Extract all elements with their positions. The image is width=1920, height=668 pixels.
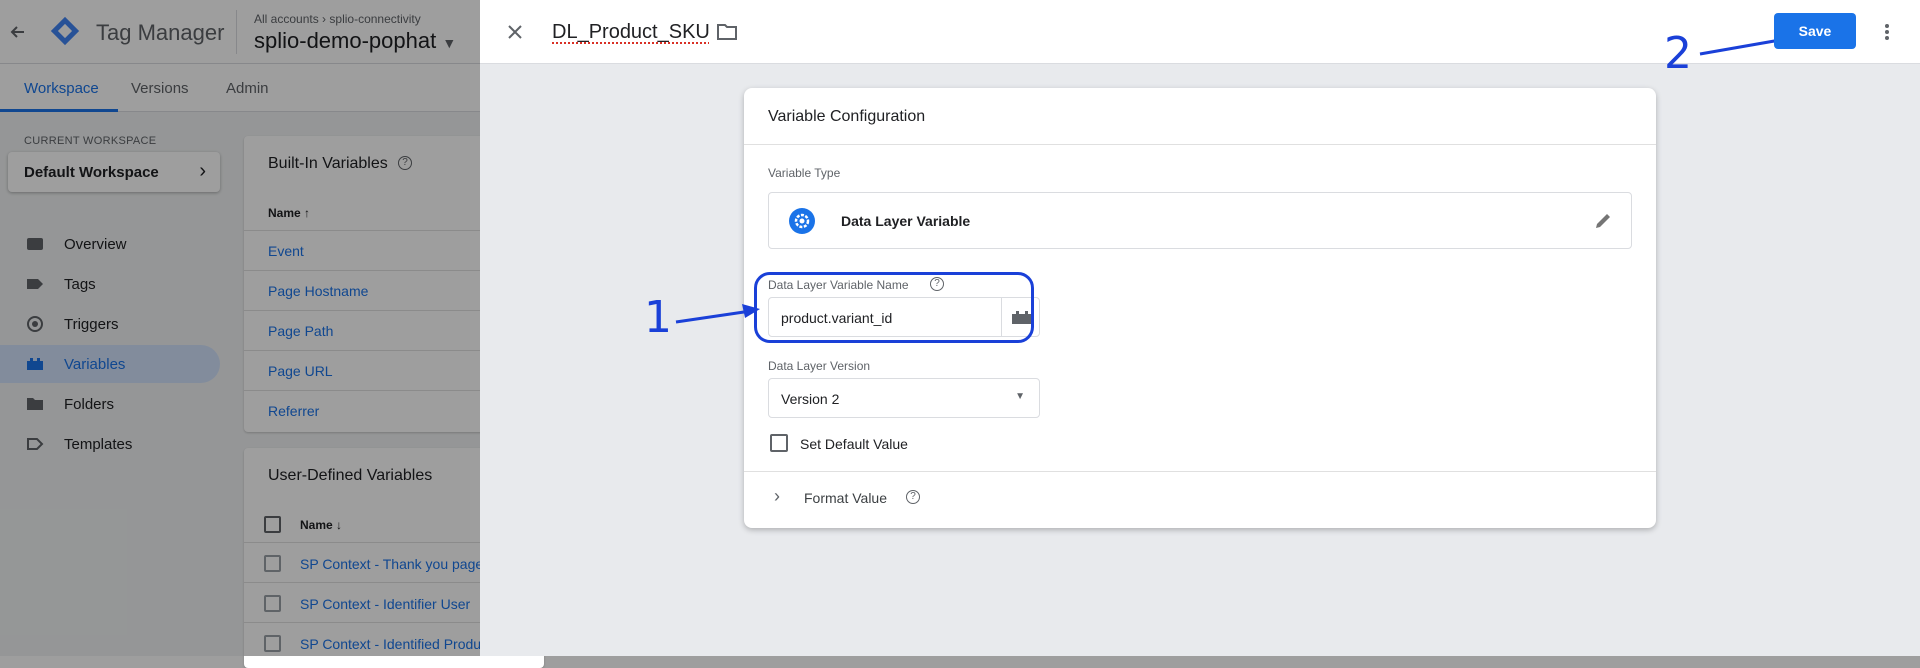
version-select-value: Version 2 xyxy=(781,391,840,407)
config-divider xyxy=(744,471,1656,472)
default-value-checkbox[interactable] xyxy=(770,434,788,452)
save-button[interactable]: Save xyxy=(1774,13,1856,49)
folder-icon[interactable] xyxy=(716,22,738,42)
annotation-number-1: 1 xyxy=(644,292,672,343)
annotation-arrow-1-icon xyxy=(675,304,760,324)
chevron-right-icon: › xyxy=(774,486,780,506)
overlay-scrim[interactable] xyxy=(0,0,480,656)
help-icon[interactable]: ? xyxy=(906,490,920,504)
annotation-number-2: 2 xyxy=(1664,28,1692,79)
dropdown-arrow-icon: ▼ xyxy=(1015,391,1025,402)
save-button-label: Save xyxy=(1798,23,1832,39)
config-title: Variable Configuration xyxy=(768,108,926,125)
version-label: Data Layer Version xyxy=(768,359,871,373)
variable-name-title[interactable]: DL_Product_SKU xyxy=(552,21,710,44)
default-value-label: Set Default Value xyxy=(800,436,908,452)
annotation-highlight-box xyxy=(754,272,1034,343)
panel-header: DL_Product_SKU 2 Save xyxy=(480,0,1920,79)
gear-icon xyxy=(789,208,815,234)
more-vert-icon[interactable] xyxy=(1884,20,1890,44)
edit-pencil-icon[interactable] xyxy=(1593,211,1613,231)
variable-type-value: Data Layer Variable xyxy=(841,213,971,229)
format-value-expander[interactable]: › Format Value ? xyxy=(768,484,1068,512)
config-divider xyxy=(744,144,1656,145)
format-value-label: Format Value xyxy=(804,490,887,506)
variable-type-label: Variable Type xyxy=(768,166,841,180)
version-select[interactable]: Version 2 ▼ xyxy=(768,378,1040,418)
close-icon[interactable] xyxy=(504,21,526,43)
variable-edit-panel: DL_Product_SKU 2 Save Variable Configura… xyxy=(480,0,1920,656)
variable-type-selector[interactable]: Data Layer Variable xyxy=(768,192,1632,249)
